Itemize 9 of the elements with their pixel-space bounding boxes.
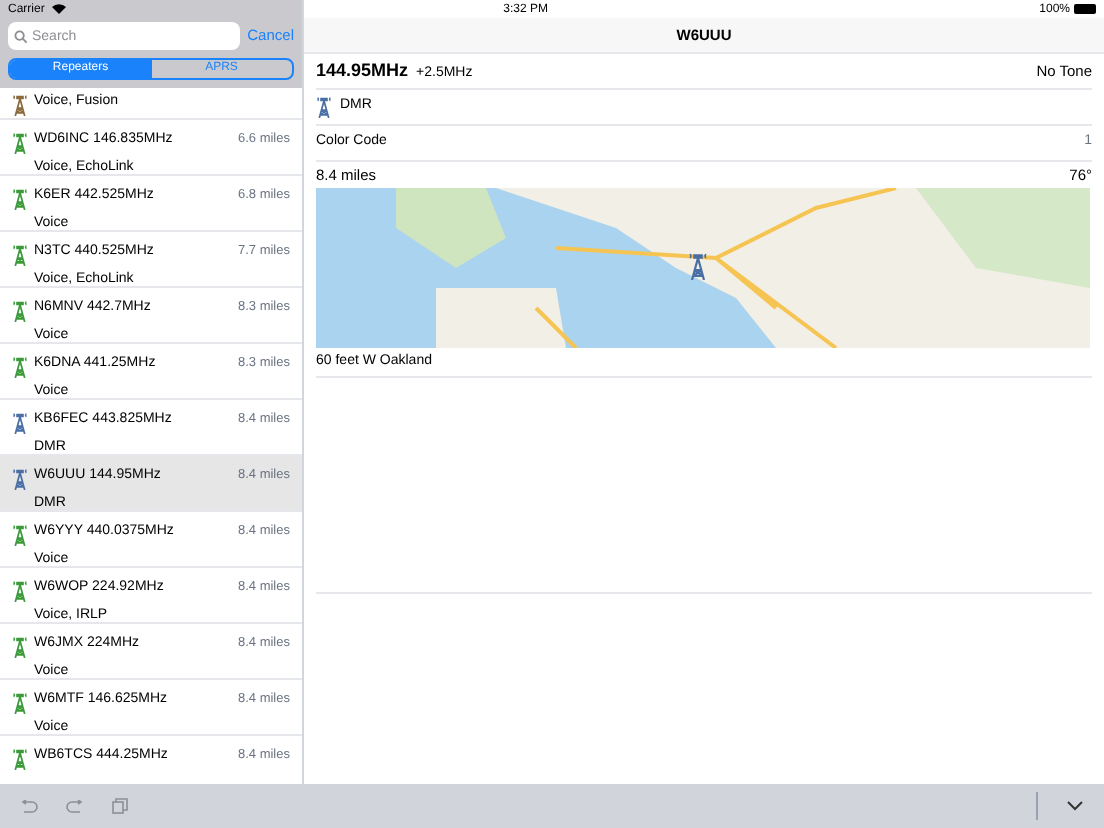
- search-icon: [14, 30, 28, 44]
- wifi-icon: [52, 4, 67, 14]
- undo-icon[interactable]: [20, 799, 38, 813]
- chevron-down-icon[interactable]: [1066, 800, 1084, 812]
- map-pin-icon[interactable]: [688, 252, 708, 280]
- battery-icon: [1074, 4, 1096, 14]
- redo-icon[interactable]: [66, 799, 84, 813]
- frequency-text: 144.95MHz: [316, 57, 409, 84]
- copy-icon[interactable]: [112, 798, 128, 814]
